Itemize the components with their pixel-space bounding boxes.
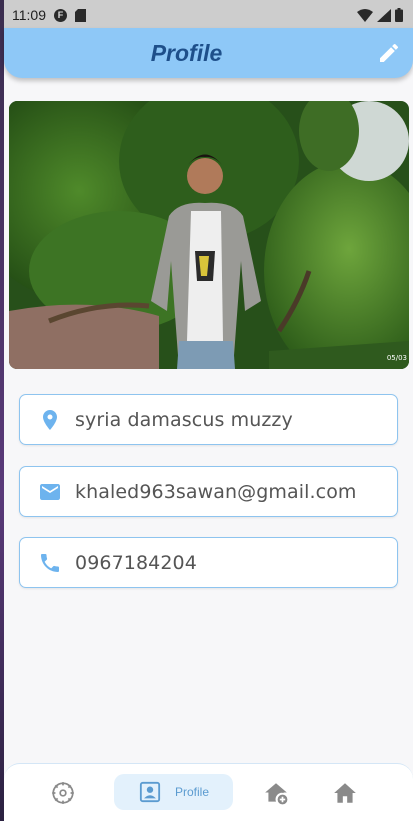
status-right: [357, 8, 403, 22]
battery-icon: [395, 8, 403, 22]
nav-item-profile[interactable]: Profile: [114, 774, 233, 810]
phone-icon: [41, 553, 59, 572]
email-value: khaled963sawan@gmail.com: [75, 480, 357, 503]
wifi-icon: [357, 8, 373, 22]
location-value: syria damascus muzzy: [75, 408, 293, 431]
nav-item-add-home[interactable]: [263, 778, 289, 808]
location-field[interactable]: syria damascus muzzy: [19, 394, 398, 445]
email-icon: [40, 483, 60, 500]
location-pin-icon: [43, 409, 57, 430]
sd-card-icon: [75, 8, 86, 22]
phone-field[interactable]: 0967184204: [19, 537, 398, 588]
nav-item-home[interactable]: [332, 778, 358, 808]
status-left: 11:09 F: [12, 7, 86, 23]
nav-item-settings[interactable]: [50, 778, 76, 808]
profile-icon: [139, 781, 161, 803]
home-icon: [334, 783, 356, 803]
add-home-icon: [265, 783, 288, 805]
notification-f-icon: F: [54, 8, 67, 22]
bottom-nav: Profile: [4, 763, 413, 821]
app-bar: Profile: [4, 28, 413, 78]
status-bar: 11:09 F: [4, 0, 413, 30]
photo-date-stamp: 05/03: [386, 354, 407, 362]
page-title: Profile: [150, 39, 223, 66]
status-time: 11:09: [12, 7, 46, 23]
email-field[interactable]: khaled963sawan@gmail.com: [19, 466, 398, 517]
settings-icon: [52, 782, 74, 804]
profile-photo: 05/03: [9, 101, 409, 369]
edit-pencil-icon[interactable]: [377, 41, 401, 65]
profile-photo-image: [9, 101, 409, 369]
signal-icon: [377, 8, 391, 22]
window-frame-edge: [0, 0, 4, 821]
nav-item-profile-label: Profile: [175, 785, 210, 799]
phone-value: 0967184204: [75, 551, 197, 574]
